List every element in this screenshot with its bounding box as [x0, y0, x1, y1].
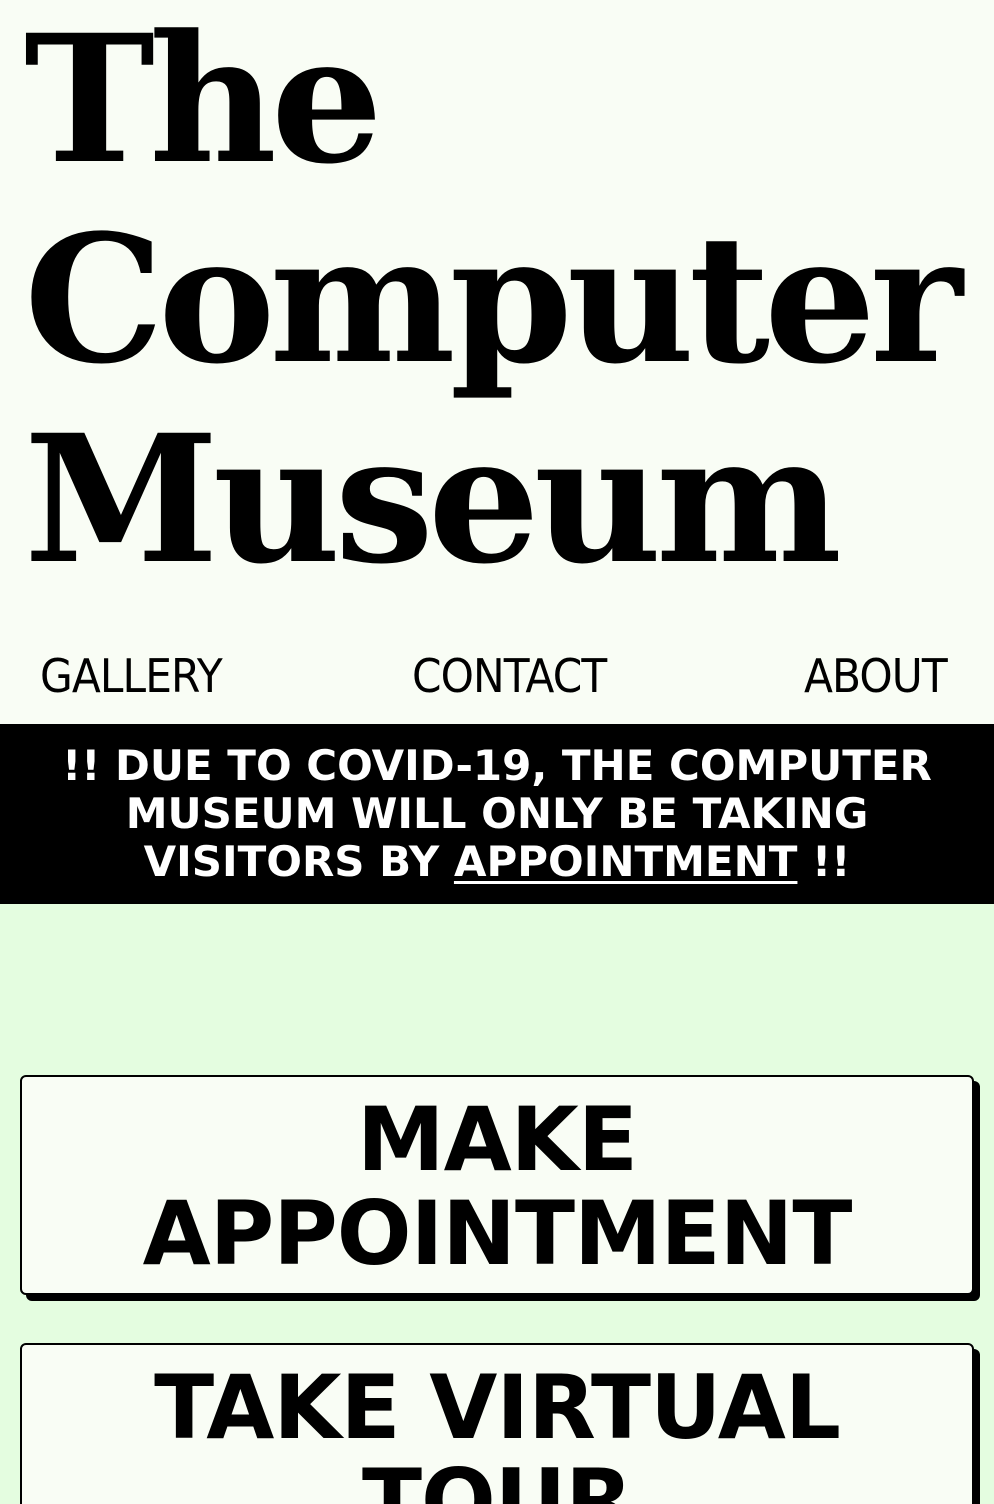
site-title-line-2: Computer — [24, 196, 963, 403]
main-nav: GALLERY CONTACT ABOUT — [0, 646, 994, 706]
virtual-tour-button[interactable]: TAKE VIRTUAL TOUR — [20, 1343, 974, 1504]
covid-notice-banner: !! DUE TO COVID-19, THE COMPUTER MUSEUM … — [0, 724, 994, 904]
appointment-link[interactable]: APPOINTMENT — [454, 837, 798, 886]
make-appointment-button[interactable]: MAKE APPOINTMENT — [20, 1075, 974, 1295]
site-title-line-3: Museum — [24, 396, 842, 603]
covid-notice-suffix: !! — [797, 837, 851, 886]
nav-about-link[interactable]: ABOUT — [804, 646, 948, 706]
nav-gallery-link[interactable]: GALLERY — [40, 646, 223, 706]
site-title-line-1: The — [24, 0, 383, 203]
nav-contact-link[interactable]: CONTACT — [412, 646, 607, 706]
site-header: The Computer Museum GALLERY CONTACT ABOU… — [0, 0, 994, 724]
